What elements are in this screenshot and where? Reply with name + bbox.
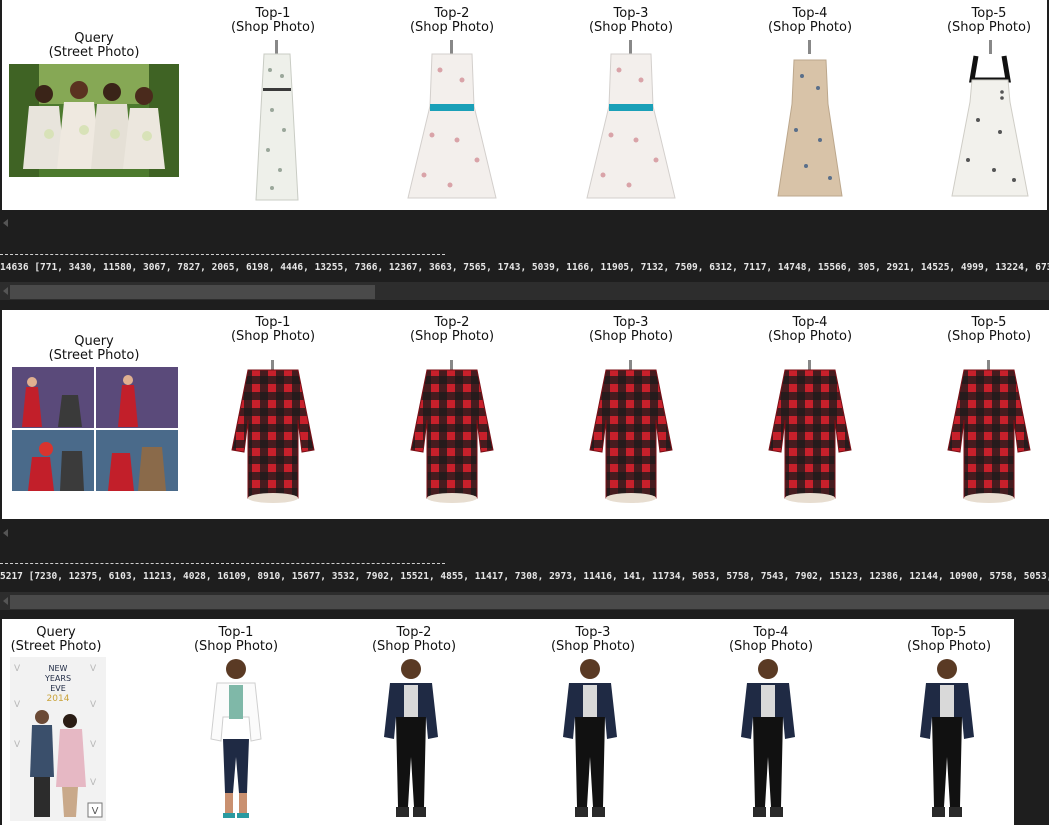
query-label: Query (Street Photo) xyxy=(10,625,102,654)
shop-photo-denim-jacket-outfit xyxy=(733,657,803,823)
svg-text:V: V xyxy=(90,700,97,710)
shop-photo-red-plaid-shirt xyxy=(228,360,318,510)
svg-text:V: V xyxy=(14,740,21,750)
result-label-top-3: Top-3 (Shop Photo) xyxy=(588,315,674,344)
result-panel-row-3: Query (Street Photo) V V V V V V V NEW YEAR… xyxy=(2,619,1014,825)
svg-text:V: V xyxy=(14,700,21,710)
query-street-photo xyxy=(12,367,178,491)
result-panel-row-2: Query (Street Photo) Top-1 (Shop Photo) xyxy=(2,310,1049,519)
result-label-top-3: Top-3 (Shop Photo) xyxy=(550,625,636,654)
separator-line xyxy=(0,254,445,255)
svg-text:V: V xyxy=(90,740,97,750)
scroll-left-arrow-icon[interactable] xyxy=(3,219,8,227)
result-label-top-5: Top-5 (Shop Photo) xyxy=(906,625,992,654)
svg-text:V: V xyxy=(90,778,97,788)
query-label: Query (Street Photo) xyxy=(48,334,140,363)
svg-text:EVE: EVE xyxy=(50,684,66,693)
svg-text:NEW: NEW xyxy=(49,664,68,673)
shop-photo-floral-maxi-dress xyxy=(242,40,312,205)
result-label-top-5: Top-5 (Shop Photo) xyxy=(946,315,1032,344)
horizontal-scrollbar[interactable] xyxy=(0,592,1049,610)
shop-photo-red-plaid-shirt xyxy=(586,360,676,510)
shop-photo-floral-dress-teal-belt xyxy=(402,40,502,205)
result-label-top-4: Top-4 (Shop Photo) xyxy=(728,625,814,654)
shop-photo-red-plaid-shirt xyxy=(407,360,497,510)
result-label-top-1: Top-1 (Shop Photo) xyxy=(230,6,316,35)
result-label-top-2: Top-2 (Shop Photo) xyxy=(409,6,495,35)
shop-photo-beige-bird-print-dress xyxy=(770,40,850,205)
scrollbar-left-arrow-icon[interactable] xyxy=(3,287,8,295)
query-street-photo xyxy=(9,64,179,177)
result-label-top-1: Top-1 (Shop Photo) xyxy=(230,315,316,344)
query-street-photo: V V V V V V V NEW YEARS EVE 2014 V xyxy=(10,657,106,821)
result-label-top-2: Top-2 (Shop Photo) xyxy=(409,315,495,344)
shop-photo-denim-jacket-outfit xyxy=(376,657,446,823)
shop-photo-white-jacket-outfit xyxy=(201,657,271,823)
result-label-top-5: Top-5 (Shop Photo) xyxy=(946,6,1032,35)
query-label: Query (Street Photo) xyxy=(48,31,140,60)
result-label-top-2: Top-2 (Shop Photo) xyxy=(371,625,457,654)
result-panel-row-1: Query (Street Photo) Top-1 (Shop Photo) … xyxy=(2,0,1047,210)
scrollbar-thumb[interactable] xyxy=(10,285,375,299)
scroll-left-arrow-icon[interactable] xyxy=(3,529,8,537)
result-label-top-4: Top-4 (Shop Photo) xyxy=(767,315,853,344)
svg-text:YEARS: YEARS xyxy=(44,674,71,683)
shop-photo-red-plaid-shirt xyxy=(765,360,855,510)
svg-text:V: V xyxy=(90,664,97,674)
shop-photo-denim-jacket-outfit xyxy=(555,657,625,823)
scrollbar-thumb[interactable] xyxy=(10,595,1049,609)
log-output-line: 5217 [7230, 12375, 6103, 11213, 4028, 16… xyxy=(0,571,1049,582)
separator-line xyxy=(0,563,445,564)
shop-photo-denim-jacket-outfit xyxy=(912,657,982,823)
shop-photo-red-plaid-shirt xyxy=(944,360,1034,510)
scrollbar-left-arrow-icon[interactable] xyxy=(3,597,8,605)
result-label-top-4: Top-4 (Shop Photo) xyxy=(767,6,853,35)
svg-text:V: V xyxy=(14,664,21,674)
svg-text:V: V xyxy=(92,806,99,817)
shop-photo-white-halter-print-dress xyxy=(948,40,1033,205)
log-output-line: 14636 [771, 3430, 11580, 3067, 7827, 206… xyxy=(0,262,1049,273)
result-label-top-3: Top-3 (Shop Photo) xyxy=(588,6,674,35)
result-label-top-1: Top-1 (Shop Photo) xyxy=(193,625,279,654)
shop-photo-floral-dress-teal-belt xyxy=(581,40,681,205)
svg-text:2014: 2014 xyxy=(47,694,70,704)
horizontal-scrollbar[interactable] xyxy=(0,282,1049,300)
